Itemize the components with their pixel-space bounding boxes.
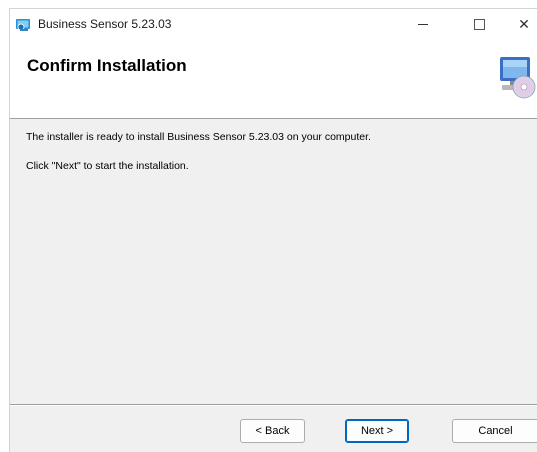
next-button[interactable]: Next > bbox=[345, 419, 409, 443]
computer-with-cd-icon bbox=[496, 55, 537, 99]
minimize-icon bbox=[418, 23, 428, 25]
installer-window: Business Sensor 5.23.03 ✕ Confirm Instal… bbox=[9, 8, 537, 452]
window-title: Business Sensor 5.23.03 bbox=[38, 17, 172, 31]
ready-message: The installer is ready to install Busine… bbox=[26, 131, 371, 143]
close-button[interactable]: ✕ bbox=[510, 9, 537, 39]
wizard-content: The installer is ready to install Busine… bbox=[10, 120, 537, 405]
minimize-button[interactable] bbox=[400, 9, 446, 39]
close-icon: ✕ bbox=[518, 15, 530, 32]
footer-divider bbox=[10, 404, 537, 406]
instruction-message: Click "Next" to start the installation. bbox=[26, 160, 189, 172]
maximize-button[interactable] bbox=[456, 9, 502, 39]
page-title: Confirm Installation bbox=[27, 56, 187, 75]
cancel-button[interactable]: Cancel bbox=[452, 419, 537, 443]
installer-app-icon bbox=[16, 18, 32, 32]
wizard-header: Confirm Installation bbox=[10, 39, 537, 119]
title-bar[interactable]: Business Sensor 5.23.03 ✕ bbox=[10, 9, 537, 39]
back-button[interactable]: < Back bbox=[240, 419, 305, 443]
maximize-icon bbox=[473, 18, 485, 30]
